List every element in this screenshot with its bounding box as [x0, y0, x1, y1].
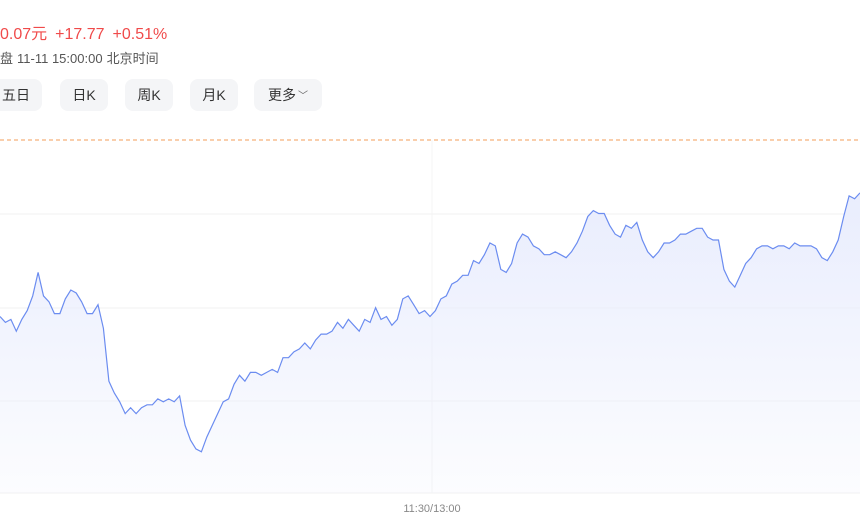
price-area	[0, 192, 860, 493]
x-tick-label: 11:30/13:00	[403, 503, 460, 515]
intraday-chart: 11:30/13:00	[0, 139, 860, 515]
